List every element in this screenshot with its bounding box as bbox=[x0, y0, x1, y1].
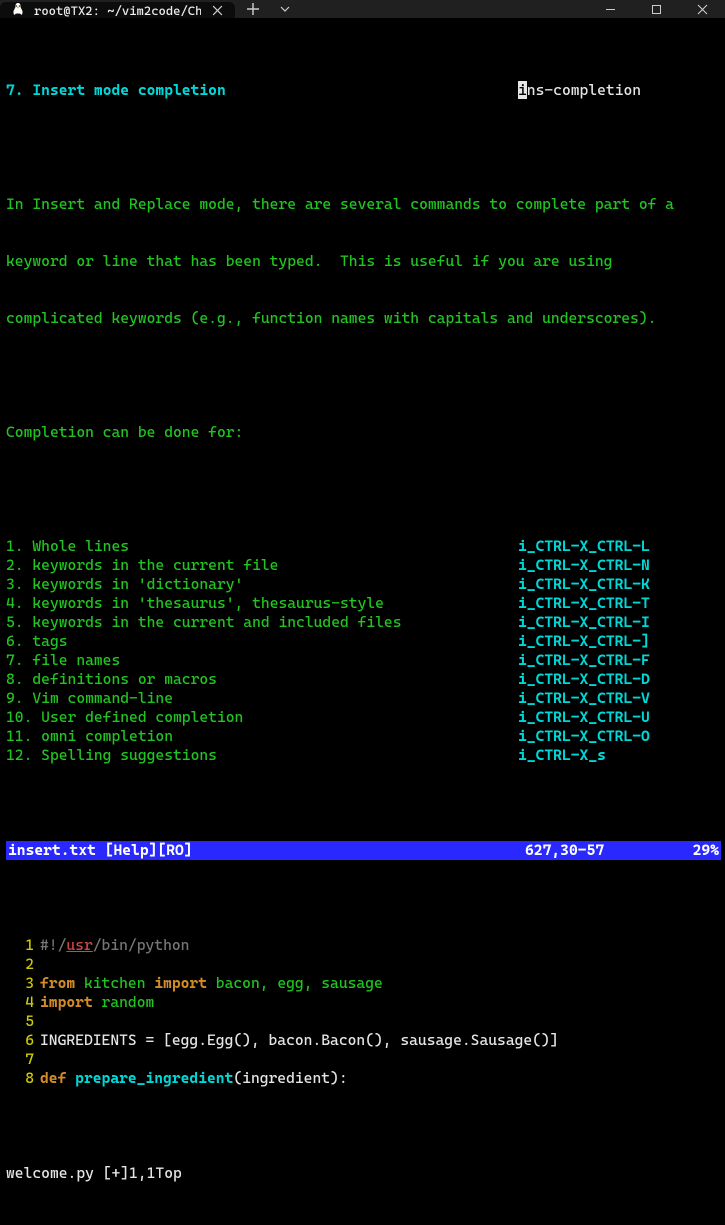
help-list-item: 8. definitions or macrosi_CTRL-X_CTRL-D bbox=[6, 670, 721, 689]
help-list-item: 1. Whole linesi_CTRL-X_CTRL-L bbox=[6, 537, 721, 556]
new-tab-button[interactable] bbox=[235, 0, 271, 18]
status-percent: 29% bbox=[665, 841, 721, 860]
line-number: 3 bbox=[6, 974, 40, 993]
code-line: 8def prepare_ingredient(ingredient): bbox=[6, 1069, 721, 1088]
code-line: 4import random bbox=[6, 993, 721, 1012]
help-paragraph: complicated keywords (e.g., function nam… bbox=[6, 309, 721, 328]
help-list-item: 3. keywords in 'dictionary'i_CTRL-X_CTRL… bbox=[6, 575, 721, 594]
status-percent: Top bbox=[155, 1164, 181, 1183]
help-cmd: i_CTRL-X_CTRL-F bbox=[518, 651, 650, 669]
help-cmd: i_CTRL-X_s bbox=[518, 746, 606, 764]
tab-title: root@TX2: ~/vim2code/Chapt bbox=[34, 3, 201, 18]
help-cmd: i_CTRL-X_CTRL-I bbox=[518, 613, 650, 631]
help-statusline: insert.txt [Help][RO] 627,30-57 29% bbox=[6, 841, 721, 860]
help-cmd: i_CTRL-X_CTRL-T bbox=[518, 594, 650, 612]
code-line: 5 bbox=[6, 1012, 721, 1031]
help-list-item: 7. file namesi_CTRL-X_CTRL-F bbox=[6, 651, 721, 670]
tab-active[interactable]: root@TX2: ~/vim2code/Chapt bbox=[0, 2, 235, 18]
help-tag-cursor: i bbox=[518, 81, 527, 99]
help-cmd: i_CTRL-X_CTRL-O bbox=[518, 727, 650, 745]
maximize-button[interactable] bbox=[633, 0, 679, 18]
help-cmd: i_CTRL-X_CTRL-] bbox=[518, 632, 650, 650]
help-list-item: 11. omni completioni_CTRL-X_CTRL-O bbox=[6, 727, 721, 746]
editor-buffer[interactable]: 1#!/usr/bin/python23from kitchen import … bbox=[6, 936, 721, 1088]
help-heading: 7. Insert mode completionins-completion bbox=[6, 81, 721, 100]
line-number: 4 bbox=[6, 993, 40, 1012]
help-cmd: i_CTRL-X_CTRL-D bbox=[518, 670, 650, 688]
tux-icon bbox=[10, 2, 26, 18]
tab-dropdown-button[interactable] bbox=[271, 0, 299, 18]
help-cmd: i_CTRL-X_CTRL-U bbox=[518, 708, 650, 726]
help-list-item: 10. User defined completioni_CTRL-X_CTRL… bbox=[6, 708, 721, 727]
help-cmd: i_CTRL-X_CTRL-N bbox=[518, 556, 650, 574]
help-paragraph: keyword or line that has been typed. Thi… bbox=[6, 252, 721, 271]
line-number: 1 bbox=[6, 936, 40, 955]
help-list-item: 6. tagsi_CTRL-X_CTRL-] bbox=[6, 632, 721, 651]
line-number: 7 bbox=[6, 1050, 40, 1069]
status-file: welcome.py [+] bbox=[6, 1164, 129, 1183]
help-paragraph: Completion can be done for: bbox=[6, 423, 721, 442]
minimize-button[interactable] bbox=[587, 0, 633, 18]
titlebar: root@TX2: ~/vim2code/Chapt bbox=[0, 0, 725, 18]
help-paragraph: In Insert and Replace mode, there are se… bbox=[6, 195, 721, 214]
help-list-item: 9. Vim command-linei_CTRL-X_CTRL-V bbox=[6, 689, 721, 708]
code-line: 6INGREDIENTS = [egg.Egg(), bacon.Bacon()… bbox=[6, 1031, 721, 1050]
help-list-item: 4. keywords in 'thesaurus', thesaurus-st… bbox=[6, 594, 721, 613]
help-list-item: 5. keywords in the current and included … bbox=[6, 613, 721, 632]
status-pos: 627,30-57 bbox=[525, 841, 665, 860]
status-pos: 1,1 bbox=[129, 1164, 155, 1183]
help-list-item: 2. keywords in the current filei_CTRL-X_… bbox=[6, 556, 721, 575]
terminal-window: root@TX2: ~/vim2code/Chapt 7. Insert mod… bbox=[0, 0, 725, 656]
help-list-item: 12. Spelling suggestionsi_CTRL-X_s bbox=[6, 746, 721, 765]
line-number: 5 bbox=[6, 1012, 40, 1031]
terminal-viewport[interactable]: 7. Insert mode completionins-completion … bbox=[0, 18, 725, 1225]
line-number: 6 bbox=[6, 1031, 40, 1050]
tab-close-button[interactable] bbox=[209, 2, 225, 18]
status-file: insert.txt [Help][RO] bbox=[6, 841, 525, 860]
close-button[interactable] bbox=[679, 0, 725, 18]
help-cmd: i_CTRL-X_CTRL-V bbox=[518, 689, 650, 707]
code-line: 2 bbox=[6, 955, 721, 974]
help-completion-list: 1. Whole linesi_CTRL-X_CTRL-L2. keywords… bbox=[6, 537, 721, 765]
help-cmd: i_CTRL-X_CTRL-K bbox=[518, 575, 650, 593]
code-line: 1#!/usr/bin/python bbox=[6, 936, 721, 955]
code-line: 7 bbox=[6, 1050, 721, 1069]
editor-statusline: welcome.py [+] 1,1 Top bbox=[6, 1164, 721, 1183]
code-line: 3from kitchen import bacon, egg, sausage bbox=[6, 974, 721, 993]
help-cmd: i_CTRL-X_CTRL-L bbox=[518, 537, 650, 555]
line-number: 2 bbox=[6, 955, 40, 974]
line-number: 8 bbox=[6, 1069, 40, 1088]
